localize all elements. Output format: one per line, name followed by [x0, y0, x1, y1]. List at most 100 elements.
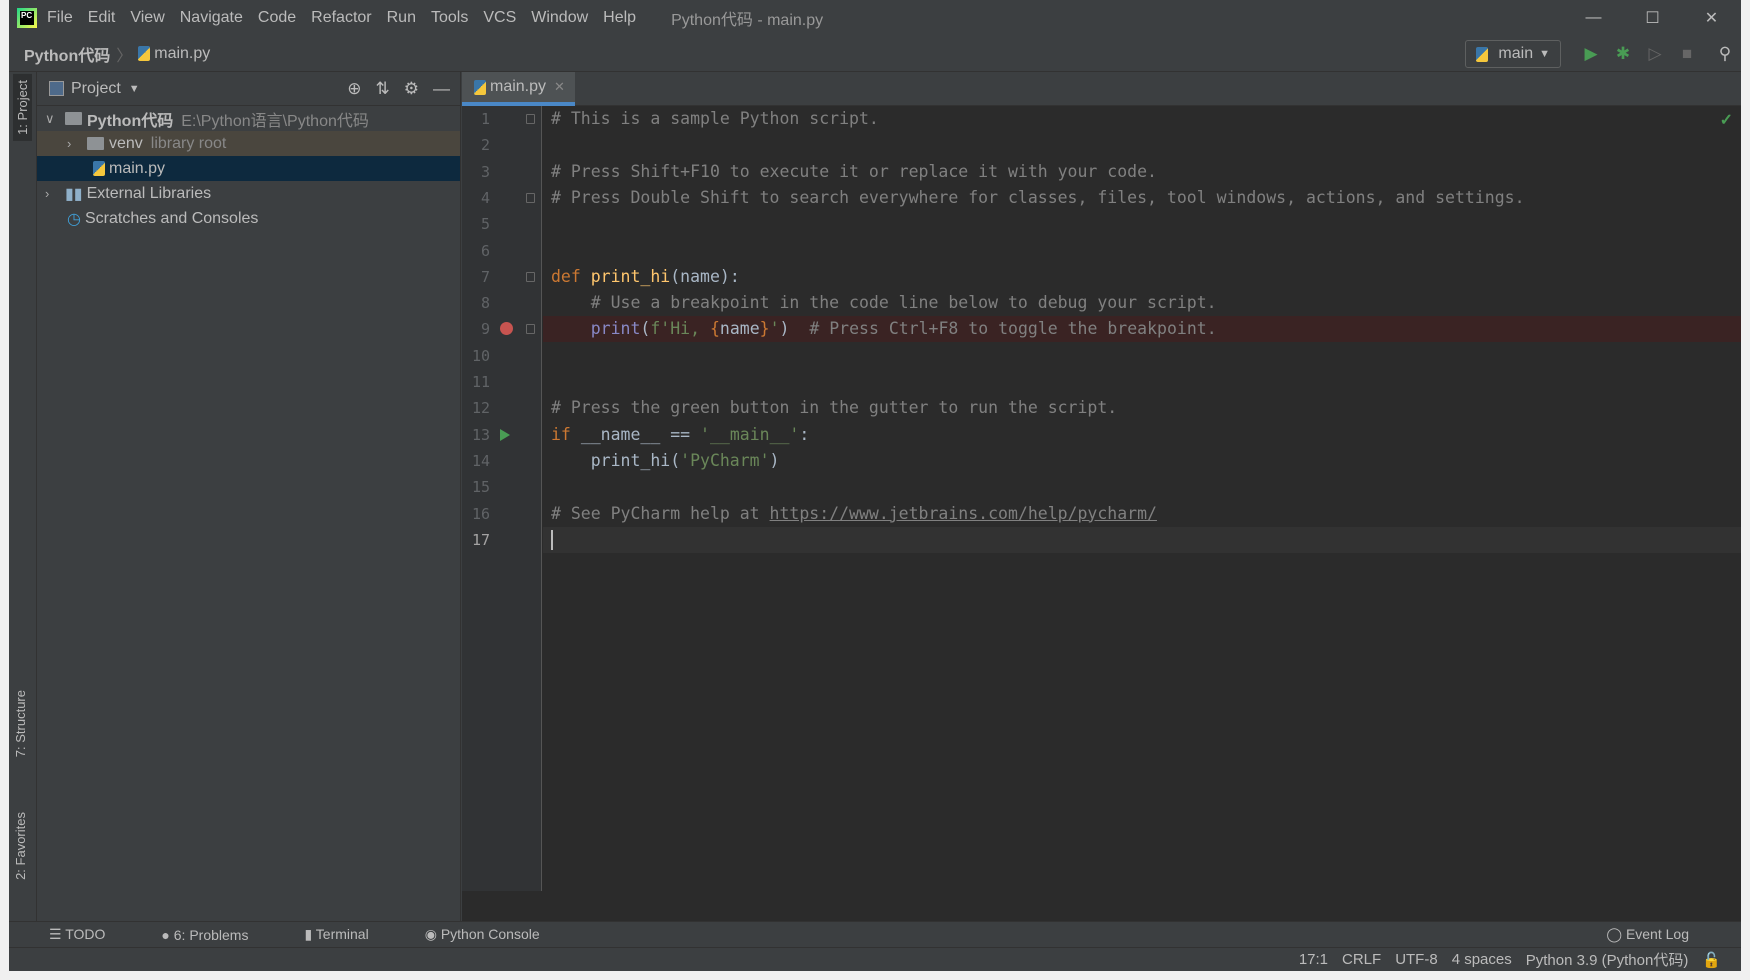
project-view-dropdown[interactable]: Project	[71, 80, 121, 98]
tab-todo[interactable]: ☰ TODO	[49, 926, 133, 943]
code-token: print_hi(	[551, 450, 681, 470]
run-icon[interactable]: ▶	[1575, 44, 1607, 64]
code-line[interactable]	[543, 369, 1741, 395]
menu-navigate[interactable]: Navigate	[180, 9, 243, 26]
code-line[interactable]	[543, 343, 1741, 369]
menu-run[interactable]: Run	[387, 9, 416, 26]
menu-view[interactable]: View	[130, 9, 164, 26]
indent-setting[interactable]: 4 spaces	[1452, 951, 1512, 968]
code-line[interactable]	[543, 238, 1741, 264]
code-line[interactable]: if __name__ == '__main__':	[543, 422, 1741, 448]
menu-code[interactable]: Code	[258, 9, 296, 26]
tab-main-py[interactable]: main.py ✕	[462, 72, 575, 106]
code-line[interactable]: print(f'Hi, {name}') # Press Ctrl+F8 to …	[543, 316, 1741, 343]
code-line[interactable]: # See PyCharm help at https://www.jetbra…	[543, 501, 1741, 527]
fold-icon[interactable]	[526, 324, 535, 335]
python-file-icon	[474, 79, 486, 95]
code-line[interactable]: # Press Double Shift to search everywher…	[543, 185, 1741, 211]
code-line[interactable]: print_hi('PyCharm')	[543, 448, 1741, 474]
tab-favorites[interactable]: 2: Favorites	[13, 812, 28, 880]
coverage-icon[interactable]: ▷	[1639, 44, 1671, 64]
tab-project[interactable]: 1: Project	[13, 74, 32, 141]
code-token: print	[590, 319, 641, 339]
run-config-selector[interactable]: main ▼	[1465, 40, 1561, 68]
code-token: '__main__'	[700, 424, 800, 444]
code-line[interactable]: # This is a sample Python script.	[543, 106, 1741, 132]
code-token: name	[719, 319, 760, 339]
tab-python-console[interactable]: ◉ Python Console	[425, 926, 568, 943]
menu-tools[interactable]: Tools	[431, 9, 468, 26]
chevron-down-icon: ▼	[128, 82, 140, 95]
code-token: {	[709, 319, 720, 339]
chevron-right-icon: ›	[45, 186, 50, 201]
debug-icon[interactable]: ✱	[1607, 44, 1639, 64]
gear-icon[interactable]: ⚙	[404, 79, 419, 99]
code-line[interactable]	[543, 526, 1741, 553]
chevron-right-icon: 〉	[116, 47, 133, 65]
line-number: 4	[480, 188, 490, 207]
tab-structure[interactable]: 7: Structure	[13, 690, 28, 757]
code-line[interactable]: # Press the green button in the gutter t…	[543, 395, 1741, 421]
fold-icon[interactable]	[526, 271, 535, 282]
locate-icon[interactable]: ⊕	[347, 79, 361, 99]
close-tab-icon[interactable]: ✕	[554, 79, 565, 95]
menu-window[interactable]: Window	[531, 9, 588, 26]
lock-icon[interactable]: 🔓	[1702, 951, 1721, 969]
python-file-icon	[138, 46, 151, 61]
code-line[interactable]: def print_hi(name):	[543, 264, 1741, 290]
code-line[interactable]	[543, 211, 1741, 237]
menu-help[interactable]: Help	[603, 9, 636, 26]
breakpoint-icon[interactable]	[500, 322, 513, 336]
breadcrumb: Python代码 〉 main.py main ▼ ▶ ✱ ▷ ■ ⚲	[9, 36, 1741, 72]
line-number: 3	[480, 162, 490, 181]
python-icon	[1476, 46, 1489, 62]
interpreter-selector[interactable]: Python 3.9 (Python代码)	[1526, 949, 1689, 970]
tree-item-main-py[interactable]: main.py	[37, 156, 460, 181]
fold-icon[interactable]	[526, 192, 535, 203]
code-token: '	[769, 319, 780, 339]
scratches-icon: ◷	[67, 210, 81, 228]
code-line[interactable]	[543, 132, 1741, 158]
run-gutter-icon[interactable]	[500, 428, 510, 441]
menu-file[interactable]: File	[47, 9, 73, 26]
maximize-button[interactable]: ☐	[1623, 0, 1682, 36]
tree-item-project-root[interactable]: ∨ Python代码 E:\Python语言\Python代码	[37, 106, 460, 131]
project-tree: ∨ Python代码 E:\Python语言\Python代码 › venv libra…	[37, 106, 460, 231]
close-button[interactable]: ✕	[1682, 0, 1741, 36]
event-log-button[interactable]: ◯ Event Log	[1606, 926, 1717, 943]
file-encoding[interactable]: UTF-8	[1395, 951, 1438, 968]
collapse-all-icon[interactable]: ⇅	[376, 79, 390, 99]
code-token: f'Hi,	[650, 319, 710, 339]
tree-item-scratches[interactable]: ◷ Scratches and Consoles	[37, 206, 460, 231]
caret-position[interactable]: 17:1	[1299, 951, 1328, 968]
stop-icon[interactable]: ■	[1671, 44, 1703, 64]
line-separator[interactable]: CRLF	[1342, 951, 1381, 968]
line-number: 6	[480, 241, 490, 260]
menu-refactor[interactable]: Refactor	[311, 9, 371, 26]
fold-icon[interactable]	[526, 114, 535, 124]
breadcrumb-file[interactable]: main.py	[154, 45, 210, 63]
pycharm-window: PC File Edit View Navigate Code Refactor Run To…	[9, 0, 1741, 971]
tab-problems[interactable]: ● 6: Problems	[161, 927, 276, 943]
gutter[interactable]: 1 2 3 4 5 6 7 8 9 10 11 12 13 14 15 16 17	[462, 106, 542, 891]
code-area[interactable]: 1 2 3 4 5 6 7 8 9 10 11 12 13 14 15 16 17 ✓ # This is a …	[462, 106, 1741, 891]
minimize-button[interactable]: —	[1564, 0, 1623, 36]
tab-terminal[interactable]: ▮ Terminal	[304, 926, 396, 943]
code-line[interactable]: # Press Shift+F10 to execute it or repla…	[543, 159, 1741, 185]
search-icon[interactable]: ⚲	[1709, 44, 1741, 64]
menu-edit[interactable]: Edit	[88, 9, 116, 26]
code-line[interactable]: # Use a breakpoint in the code line belo…	[543, 290, 1741, 316]
pycharm-logo: PC	[17, 8, 37, 28]
chevron-right-icon: ›	[67, 136, 72, 151]
tree-item-external-libraries[interactable]: › ▮▮ External Libraries	[37, 181, 460, 206]
hide-icon[interactable]: —	[433, 79, 450, 99]
code-line[interactable]	[543, 474, 1741, 500]
tool-window-bar: ☰ TODO ● 6: Problems ▮ Terminal ◉ Python…	[9, 921, 1741, 947]
code-token: if	[551, 424, 581, 444]
menu-vcs[interactable]: VCS	[483, 9, 516, 26]
code-token: # See PyCharm help at	[551, 503, 770, 523]
help-link[interactable]: https://www.jetbrains.com/help/pycharm/	[770, 504, 1157, 523]
tree-item-venv[interactable]: › venv library root	[37, 131, 460, 156]
line-number: 10	[471, 346, 490, 365]
breadcrumb-project[interactable]: Python代码	[24, 42, 110, 66]
